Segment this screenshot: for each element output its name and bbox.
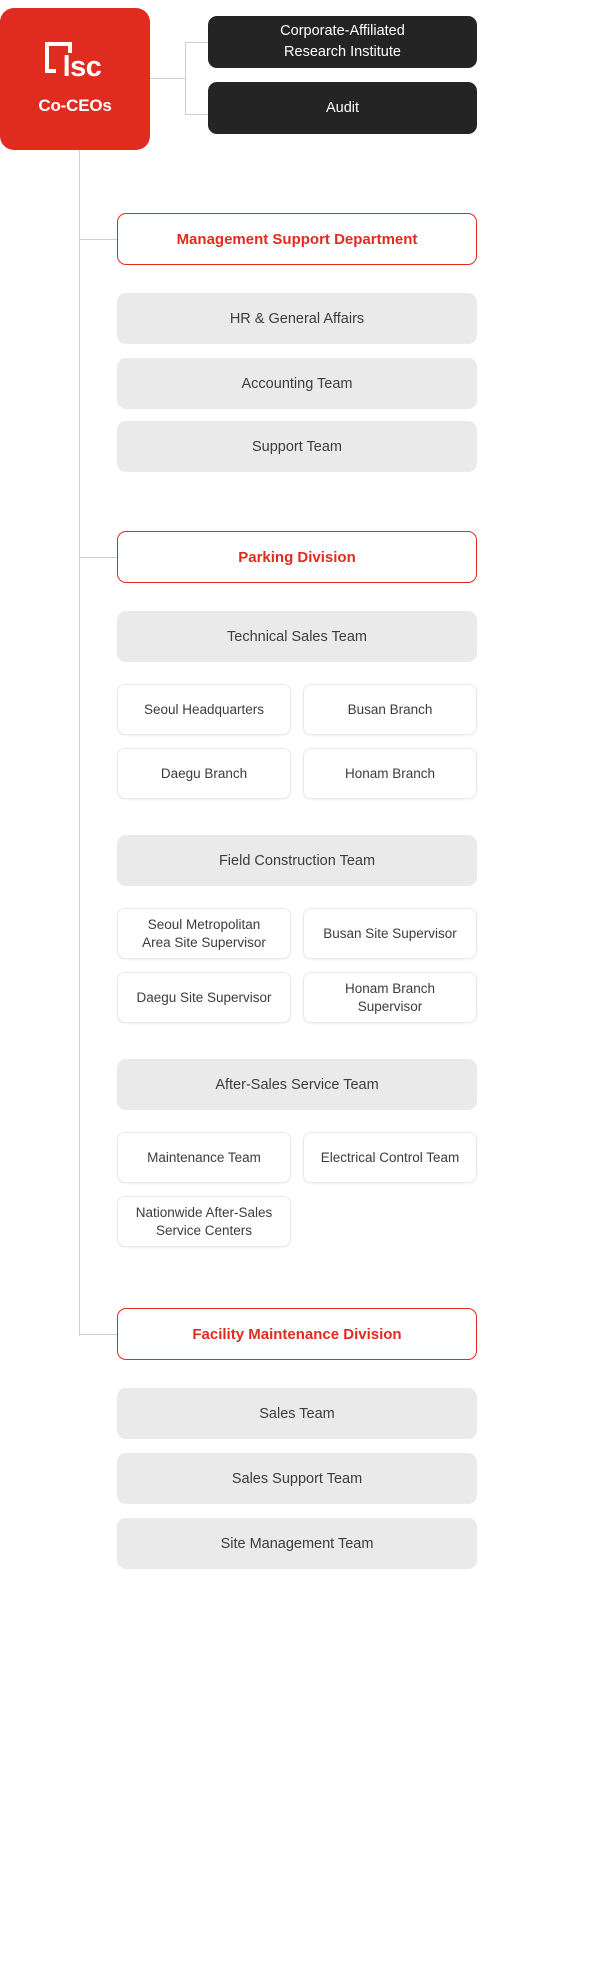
- root-node-title: Co-CEOs: [38, 96, 112, 115]
- unit-seoul-metropolitan-site-supervisor[interactable]: Seoul Metropolitan Area Site Supervisor: [117, 908, 291, 959]
- unit-electrical-control-team[interactable]: Electrical Control Team: [303, 1132, 477, 1183]
- team-accounting[interactable]: Accounting Team: [117, 358, 477, 409]
- unit-label: Busan Branch: [347, 701, 433, 717]
- unit-daegu-branch[interactable]: Daegu Branch: [117, 748, 291, 799]
- lsc-bracket-logo-icon: lsc: [39, 42, 111, 82]
- team-label: Accounting Team: [241, 375, 353, 392]
- unit-label: Seoul Metropolitan Area Site Supervisor: [142, 916, 266, 950]
- unit-nationwide-after-sales-service-centers[interactable]: Nationwide After-Sales Service Centers: [117, 1196, 291, 1247]
- team-sales[interactable]: Sales Team: [117, 1388, 477, 1439]
- unit-honam-branch[interactable]: Honam Branch: [303, 748, 477, 799]
- staff-node-audit[interactable]: Audit: [208, 82, 477, 134]
- unit-daegu-site-supervisor[interactable]: Daegu Site Supervisor: [117, 972, 291, 1023]
- staff-connector-to-audit: [185, 114, 208, 115]
- unit-busan-branch[interactable]: Busan Branch: [303, 684, 477, 735]
- division-label: Facility Maintenance Division: [192, 1325, 402, 1343]
- unit-label: Honam Branch Supervisor: [344, 980, 436, 1014]
- unit-label: Seoul Headquarters: [143, 701, 265, 717]
- unit-label: Daegu Site Supervisor: [136, 989, 272, 1005]
- team-label: After-Sales Service Team: [215, 1076, 379, 1093]
- unit-honam-branch-supervisor[interactable]: Honam Branch Supervisor: [303, 972, 477, 1023]
- unit-label: Busan Site Supervisor: [323, 925, 457, 941]
- logo-wordmark: lsc: [62, 51, 102, 83]
- team-label: Site Management Team: [220, 1535, 374, 1552]
- unit-seoul-headquarters[interactable]: Seoul Headquarters: [117, 684, 291, 735]
- division-label: Parking Division: [238, 548, 356, 566]
- unit-label: Daegu Branch: [160, 765, 248, 781]
- unit-maintenance-team[interactable]: Maintenance Team: [117, 1132, 291, 1183]
- team-label: Technical Sales Team: [227, 628, 367, 645]
- staff-connector-vertical: [185, 42, 186, 114]
- staff-node-label: Corporate-Affiliated Research Institute: [280, 23, 405, 60]
- stub-to-management-support-department: [80, 239, 117, 240]
- division-facility-maintenance[interactable]: Facility Maintenance Division: [117, 1308, 477, 1360]
- staff-node-label: Audit: [325, 99, 360, 116]
- division-management-support-department[interactable]: Management Support Department: [117, 213, 477, 265]
- team-hr-general-affairs[interactable]: HR & General Affairs: [117, 293, 477, 344]
- main-spine-connector: [79, 148, 80, 1336]
- staff-connector-horizontal-from-root: [150, 78, 185, 79]
- stub-to-parking-division: [80, 557, 117, 558]
- team-label: Sales Team: [259, 1405, 335, 1422]
- unit-label: Electrical Control Team: [320, 1149, 460, 1165]
- staff-node-research-institute[interactable]: Corporate-Affiliated Research Institute: [208, 16, 477, 68]
- team-support[interactable]: Support Team: [117, 421, 477, 472]
- team-label: Sales Support Team: [231, 1470, 363, 1487]
- division-label: Management Support Department: [176, 230, 418, 248]
- team-label: Field Construction Team: [218, 852, 376, 869]
- unit-busan-site-supervisor[interactable]: Busan Site Supervisor: [303, 908, 477, 959]
- division-parking[interactable]: Parking Division: [117, 531, 477, 583]
- unit-label: Maintenance Team: [147, 1149, 261, 1165]
- stub-to-facility-maintenance-division: [80, 1334, 117, 1335]
- unit-label: Nationwide After-Sales Service Centers: [135, 1204, 273, 1238]
- staff-connector-to-research-institute: [185, 42, 208, 43]
- root-node-co-ceos[interactable]: lsc Co-CEOs: [0, 8, 150, 150]
- team-label: HR & General Affairs: [229, 310, 365, 327]
- team-technical-sales[interactable]: Technical Sales Team: [117, 611, 477, 662]
- team-site-management[interactable]: Site Management Team: [117, 1518, 477, 1569]
- team-after-sales-service[interactable]: After-Sales Service Team: [117, 1059, 477, 1110]
- org-chart: lsc Co-CEOs Corporate-Affiliated Researc…: [0, 0, 600, 1972]
- team-field-construction[interactable]: Field Construction Team: [117, 835, 477, 886]
- team-label: Support Team: [251, 438, 342, 455]
- unit-label: Honam Branch: [344, 765, 436, 781]
- team-sales-support[interactable]: Sales Support Team: [117, 1453, 477, 1504]
